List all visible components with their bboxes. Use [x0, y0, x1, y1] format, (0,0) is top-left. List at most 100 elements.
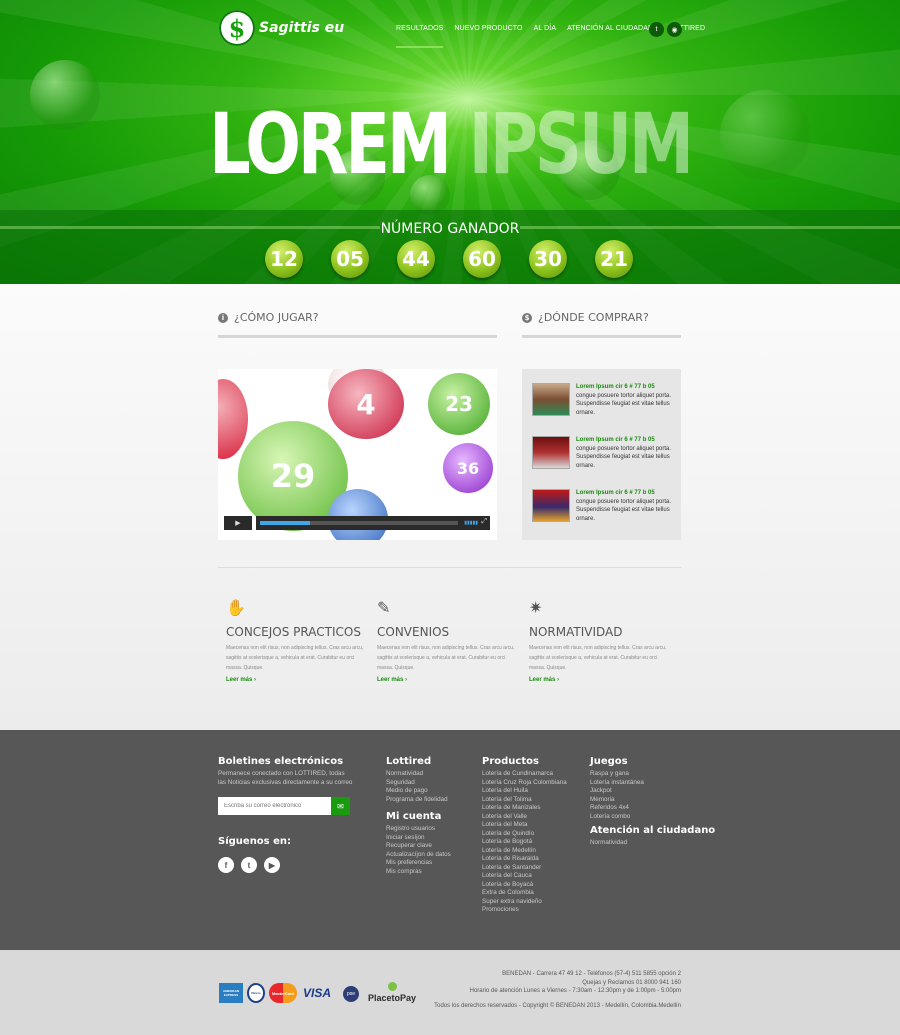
footer-link[interactable]: Normatividad	[386, 770, 448, 779]
store-address[interactable]: Lorem Ipsum cir 6 # 77 b 05	[576, 490, 655, 496]
feature-concejos: ✋ CONCEJOS PRACTICOS Maecenas non elit r…	[226, 598, 366, 683]
store-desc: congue posuere tortor aliquet porta. Sus…	[576, 392, 672, 416]
twitter-icon[interactable]: t	[241, 857, 257, 873]
divider	[218, 567, 681, 568]
feature-title: CONVENIOS	[377, 625, 450, 639]
footer-link[interactable]: Normatividad	[590, 839, 715, 848]
footer-link[interactable]: Lotería del Tolima	[482, 796, 567, 805]
video-player[interactable]: 4 23 36 29 ▶ ▮▮▮▮▮ ⤢	[218, 369, 497, 540]
lottired-title: Lottired	[386, 756, 432, 767]
footer-link[interactable]: Programa de fidelidad	[386, 796, 448, 805]
progress-fill	[260, 521, 310, 525]
newsletter-desc: Permanece conectado con LOTTIRED, todas …	[218, 770, 353, 786]
footer-link[interactable]: Mis preferencias	[386, 859, 451, 868]
star-badge-icon: ✷	[529, 600, 543, 617]
diners-icon: Diners	[247, 983, 265, 1003]
legal-line: Todos los derechos reservados - Copyrigh…	[434, 1002, 681, 1009]
footer-link[interactable]: Lotería Cruz Roja Colombiana	[482, 779, 567, 788]
decor-ball	[30, 60, 100, 130]
footer-link[interactable]: Lotería de Bogotá	[482, 838, 567, 847]
nav-nuevo-producto[interactable]: NUEVO PRODUCTO	[454, 25, 522, 32]
footer-link[interactable]: Lotería de Boyacá	[482, 881, 567, 890]
video-ball	[218, 379, 248, 459]
footer-link[interactable]: Recuperar clave	[386, 842, 451, 851]
winning-ball: 44	[397, 240, 435, 278]
footer-link[interactable]: Lotería combo	[590, 813, 644, 822]
main-content: i ¿CÓMO JUGAR? $ ¿DÓNDE COMPRAR? 4 23 36…	[0, 284, 900, 730]
footer-link[interactable]: Lotería de Risaralda	[482, 855, 567, 864]
nav-atencion-ciudadano[interactable]: ATENCIÓN AL CIUDADANO	[567, 25, 659, 32]
mi-cuenta-title: Mi cuenta	[386, 811, 442, 822]
read-more-link[interactable]: Leer más ›	[377, 677, 517, 683]
store-desc: congue posuere tortor aliquet porta. Sus…	[576, 498, 672, 522]
store-item[interactable]: Lorem Ipsum cir 6 # 77 b 05 congue posuer…	[532, 489, 676, 523]
footer-link[interactable]: Referidos 4x4	[590, 804, 644, 813]
social-links: f t ▶	[218, 857, 280, 873]
footer-link[interactable]: Jackpot	[590, 787, 644, 796]
video-ball: 23	[428, 373, 490, 435]
nav-resultados[interactable]: RESULTADOS	[396, 25, 444, 48]
footer-link[interactable]: Seguridad	[386, 779, 448, 788]
footer-link[interactable]: Lotería del Cauca	[482, 872, 567, 881]
nav-al-dia[interactable]: AL DÍA	[534, 25, 557, 32]
visa-icon: VISA	[302, 986, 331, 1000]
footer-link[interactable]: Extra de Colombia	[482, 889, 567, 898]
hero-title: LOREM IPSUM	[208, 95, 694, 193]
fullscreen-icon[interactable]: ⤢	[481, 518, 487, 526]
volume-icon[interactable]: ▮▮▮▮▮	[464, 520, 478, 526]
mi-cuenta-column: Mi cuenta Registro usuarios Iniciar sesí…	[386, 811, 451, 876]
footer-link[interactable]: Lotería del Huila	[482, 787, 567, 796]
play-icon[interactable]: ▶	[224, 516, 252, 530]
footer-link[interactable]: Super extra navideño	[482, 898, 567, 907]
store-item[interactable]: Lorem Ipsum cir 6 # 77 b 05 congue posuer…	[532, 436, 676, 470]
footer-link[interactable]: Raspa y gana	[590, 770, 644, 779]
footer-link[interactable]: Lotería del Valle	[482, 813, 567, 822]
mail-icon[interactable]: ✉	[331, 797, 350, 815]
store-address[interactable]: Lorem Ipsum cir 6 # 77 b 05	[576, 384, 655, 390]
header-social: t ◉	[649, 22, 682, 37]
rss-icon[interactable]: ◉	[667, 22, 682, 37]
facebook-icon[interactable]: f	[218, 857, 234, 873]
logo-text: Sagittis eu	[259, 20, 345, 36]
footer-link[interactable]: Mis compras	[386, 868, 451, 877]
footer-link[interactable]: Registro usuarios	[386, 825, 451, 834]
store-item[interactable]: Lorem Ipsum cir 6 # 77 b 05 congue posuer…	[532, 383, 676, 417]
footer-link[interactable]: Promociones	[482, 906, 567, 915]
placetopay-icon	[387, 982, 397, 991]
mastercard-icon: MasterCard	[269, 983, 297, 1003]
legal-line: Quejas y Reclamos 01 8000 941 160	[582, 979, 681, 986]
youtube-icon[interactable]: ▶	[264, 857, 280, 873]
footer-link[interactable]: Actualizacíjon de datos	[386, 851, 451, 860]
footer-link[interactable]: Lotería del Meta	[482, 821, 567, 830]
newsletter-title: Boletines electrónicos	[218, 756, 344, 767]
footer-link[interactable]: Lotería de Quindío	[482, 830, 567, 839]
store-thumbnail	[532, 436, 570, 469]
winning-ball: 60	[463, 240, 501, 278]
twitter-icon[interactable]: t	[649, 22, 664, 37]
newsletter-form: ✉	[218, 797, 350, 815]
hero-banner: $ Sagittis eu RESULTADOS NUEVO PRODUCTO …	[0, 0, 900, 284]
atencion-title: Atención al ciudadano	[590, 825, 716, 836]
footer-link[interactable]: Lotería de Cundinamarca	[482, 770, 567, 779]
read-more-link[interactable]: Leer más ›	[529, 677, 669, 683]
logo[interactable]: $ Sagittis eu	[219, 10, 344, 46]
footer-link[interactable]: Lotería de Manizales	[482, 804, 567, 813]
read-more-link[interactable]: Leer más ›	[226, 677, 366, 683]
dollar-icon: $	[522, 312, 532, 323]
footer-link[interactable]: Medio de pago	[386, 787, 448, 796]
store-list: Lorem Ipsum cir 6 # 77 b 05 congue posuer…	[522, 369, 681, 540]
footer-link[interactable]: Lotería instantánea	[590, 779, 644, 788]
footer-link[interactable]: Lotería de Santander	[482, 864, 567, 873]
payment-cards: AMERICAN EXPRESS Diners MasterCard VISA	[219, 983, 333, 1003]
store-thumbnail	[532, 383, 570, 416]
payment-bar: AMERICAN EXPRESS Diners MasterCard VISA …	[0, 950, 900, 1035]
atencion-column: Atención al ciudadano Normatividad	[590, 825, 715, 848]
section-rule	[218, 335, 497, 338]
footer-link[interactable]: Iniciar sesíjon	[386, 834, 451, 843]
footer-link[interactable]: Lotería de Medellín	[482, 847, 567, 856]
email-field[interactable]	[218, 797, 331, 815]
video-progress[interactable]: ▮▮▮▮▮ ⤢	[256, 516, 490, 530]
winning-ball: 12	[265, 240, 303, 278]
store-address[interactable]: Lorem Ipsum cir 6 # 77 b 05	[576, 437, 655, 443]
footer-link[interactable]: Memoria	[590, 796, 644, 805]
